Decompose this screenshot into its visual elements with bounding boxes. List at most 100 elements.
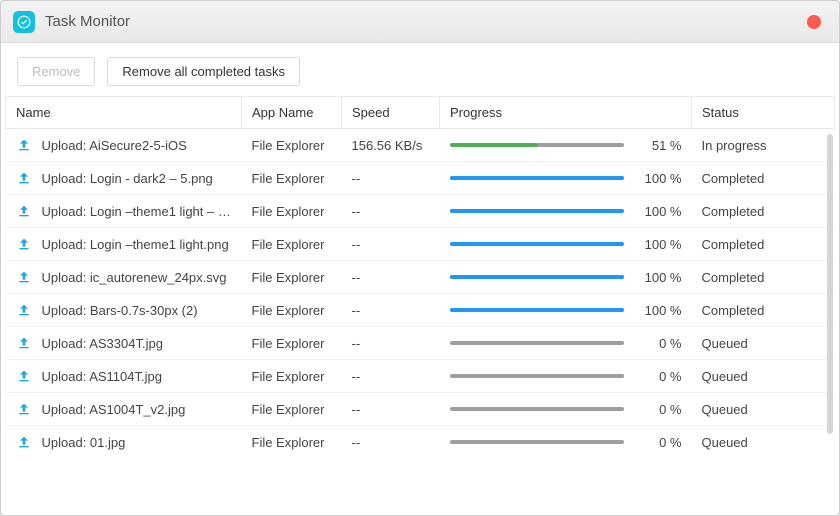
remove-button[interactable]: Remove xyxy=(17,57,95,86)
task-status: Completed xyxy=(692,261,835,294)
task-name: Upload: AiSecure2-5-iOS xyxy=(42,138,187,153)
task-app: File Explorer xyxy=(242,360,342,393)
col-app[interactable]: App Name xyxy=(242,97,342,129)
task-app: File Explorer xyxy=(242,393,342,426)
progress-percent: 0 % xyxy=(636,402,682,417)
close-button[interactable] xyxy=(807,15,821,29)
task-speed: -- xyxy=(342,294,440,327)
progress-bar-fill xyxy=(450,143,539,147)
task-app: File Explorer xyxy=(242,162,342,195)
task-speed: -- xyxy=(342,162,440,195)
task-status: Queued xyxy=(692,426,835,459)
check-circle-icon xyxy=(17,15,31,29)
table-row[interactable]: Upload: AS3304T.jpg File Explorer-- 0 % Que… xyxy=(6,327,835,360)
progress-bar xyxy=(450,143,624,147)
window-title: Task Monitor xyxy=(45,13,130,30)
task-status: In progress xyxy=(692,129,835,162)
upload-icon xyxy=(16,236,32,252)
table-row[interactable]: Upload: Bars-0.7s-30px (2) File Explorer-… xyxy=(6,294,835,327)
progress-bar-fill xyxy=(450,176,624,180)
task-status: Queued xyxy=(692,360,835,393)
task-app: File Explorer xyxy=(242,327,342,360)
progress-bar xyxy=(450,440,624,444)
task-speed: -- xyxy=(342,228,440,261)
task-name: Upload: 01.jpg xyxy=(42,435,126,450)
task-app: File Explorer xyxy=(242,426,342,459)
upload-icon xyxy=(16,401,32,417)
fade xyxy=(5,501,835,511)
task-table-container: Name App Name Speed Progress Status Uplo… xyxy=(5,96,835,511)
task-speed: -- xyxy=(342,195,440,228)
task-name: Upload: Login - dark2 – 5.png xyxy=(42,171,213,186)
upload-icon xyxy=(16,368,32,384)
upload-icon xyxy=(16,170,32,186)
table-row[interactable]: Upload: AiSecure2-5-iOS File Explorer156.… xyxy=(6,129,835,162)
progress-percent: 100 % xyxy=(636,171,682,186)
table-row[interactable]: Upload: Login - dark2 – 5.png File Explor… xyxy=(6,162,835,195)
progress-bar xyxy=(450,308,624,312)
scrollbar[interactable] xyxy=(827,134,833,434)
task-name: Upload: Bars-0.7s-30px (2) xyxy=(42,303,198,318)
task-status: Queued xyxy=(692,393,835,426)
task-status: Completed xyxy=(692,162,835,195)
table-row[interactable]: Upload: Login –theme1 light – 1.... File … xyxy=(6,195,835,228)
task-name: Upload: ic_autorenew_24px.svg xyxy=(42,270,227,285)
table-row[interactable]: Upload: AS1004T_v2.jpg File Explorer-- 0 %… xyxy=(6,393,835,426)
progress-bar xyxy=(450,242,624,246)
task-name: Upload: AS1004T_v2.jpg xyxy=(42,402,186,417)
progress-bar-fill xyxy=(450,308,624,312)
app-icon xyxy=(13,11,35,33)
progress-bar xyxy=(450,341,624,345)
task-status: Queued xyxy=(692,327,835,360)
progress-bar-fill xyxy=(450,242,624,246)
table-header-row: Name App Name Speed Progress Status xyxy=(6,97,835,129)
progress-percent: 100 % xyxy=(636,303,682,318)
progress-percent: 0 % xyxy=(636,435,682,450)
progress-percent: 0 % xyxy=(636,336,682,351)
upload-icon xyxy=(16,203,32,219)
task-app: File Explorer xyxy=(242,294,342,327)
task-name: Upload: AS3304T.jpg xyxy=(42,336,163,351)
task-speed: -- xyxy=(342,393,440,426)
upload-icon xyxy=(16,335,32,351)
upload-icon xyxy=(16,269,32,285)
upload-icon xyxy=(16,137,32,153)
task-speed: -- xyxy=(342,426,440,459)
task-table: Name App Name Speed Progress Status Uplo… xyxy=(5,96,835,458)
table-row[interactable]: Upload: Login –theme1 light.png File Expl… xyxy=(6,228,835,261)
task-app: File Explorer xyxy=(242,195,342,228)
progress-bar xyxy=(450,374,624,378)
task-speed: -- xyxy=(342,360,440,393)
progress-bar-fill xyxy=(450,275,624,279)
task-app: File Explorer xyxy=(242,129,342,162)
toolbar: Remove Remove all completed tasks xyxy=(1,43,839,96)
col-progress[interactable]: Progress xyxy=(440,97,692,129)
task-status: Completed xyxy=(692,228,835,261)
remove-all-completed-button[interactable]: Remove all completed tasks xyxy=(107,57,300,86)
progress-bar xyxy=(450,407,624,411)
progress-bar xyxy=(450,275,624,279)
upload-icon xyxy=(16,434,32,450)
table-row[interactable]: Upload: 01.jpg File Explorer-- 0 % Queued xyxy=(6,426,835,459)
progress-percent: 100 % xyxy=(636,270,682,285)
task-app: File Explorer xyxy=(242,228,342,261)
task-speed: 156.56 KB/s xyxy=(342,129,440,162)
progress-percent: 100 % xyxy=(636,204,682,219)
task-name: Upload: Login –theme1 light – 1.... xyxy=(42,204,232,219)
progress-bar xyxy=(450,209,624,213)
table-row[interactable]: Upload: ic_autorenew_24px.svg File Explor… xyxy=(6,261,835,294)
task-app: File Explorer xyxy=(242,261,342,294)
col-name[interactable]: Name xyxy=(6,97,242,129)
col-status[interactable]: Status xyxy=(692,97,835,129)
progress-percent: 0 % xyxy=(636,369,682,384)
task-speed: -- xyxy=(342,327,440,360)
task-speed: -- xyxy=(342,261,440,294)
task-name: Upload: Login –theme1 light.png xyxy=(42,237,229,252)
col-speed[interactable]: Speed xyxy=(342,97,440,129)
table-row[interactable]: Upload: AS1104T.jpg File Explorer-- 0 % Que… xyxy=(6,360,835,393)
task-name: Upload: AS1104T.jpg xyxy=(42,369,162,384)
titlebar[interactable]: Task Monitor xyxy=(1,1,839,43)
task-status: Completed xyxy=(692,195,835,228)
progress-percent: 51 % xyxy=(636,138,682,153)
upload-icon xyxy=(16,302,32,318)
